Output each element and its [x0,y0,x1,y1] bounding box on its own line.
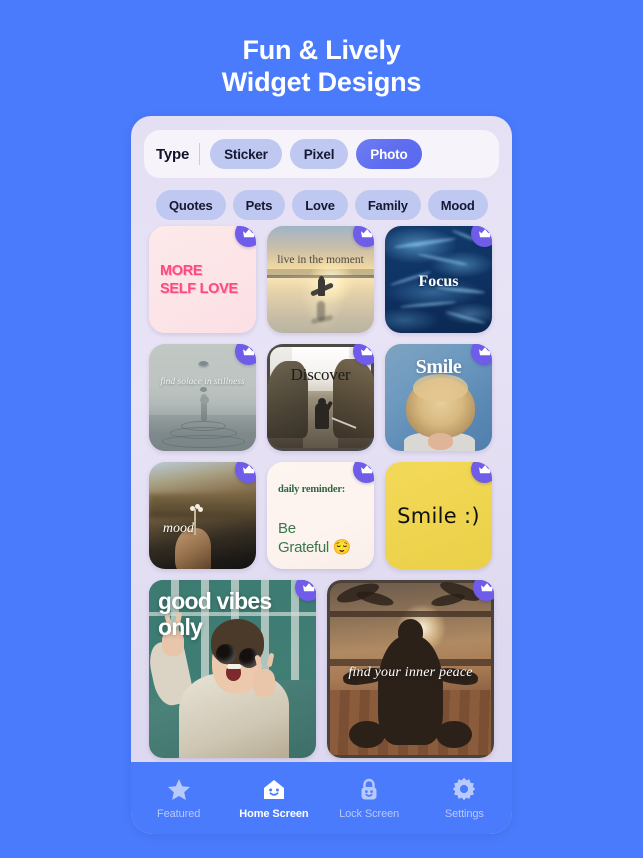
widget-text-smile-yellow: Smile :) [397,503,480,528]
widget-row-wide: good vibes only find your inner peace [149,580,494,758]
widget-card-good-vibes-only[interactable]: good vibes only [149,580,316,758]
type-filter-label: Type [156,145,190,163]
widget-text-be-grateful: Be Grateful 😌 [278,520,352,556]
widget-card-smile-yellow[interactable]: Smile :) [385,462,492,569]
page-title-line-2: Widget Designs [221,67,422,97]
widget-card-find-solace-in-stillness[interactable]: find solace in stillness [149,344,256,451]
lock-smile-icon [356,776,382,802]
widget-card-discover[interactable]: Discover [267,344,374,451]
gear-icon [451,776,477,802]
star-icon [166,776,192,802]
type-chip-sticker[interactable]: Sticker [210,139,282,169]
widget-text-more-self-love: MORE SELF LOVE [160,262,238,297]
tab-lock-screen[interactable]: Lock Screen [322,776,417,820]
widget-text-find-solace-in-stillness: find solace in stillness [160,377,245,388]
widget-card-smile[interactable]: Smile [385,344,492,451]
widget-card-live-in-the-moment[interactable]: live in the moment [267,226,374,333]
tab-label-home-screen: Home Screen [239,808,309,820]
page-title-line-1: Fun & Lively [242,35,401,65]
widget-card-focus[interactable]: Focus [385,226,492,333]
widget-card-mood[interactable]: mood [149,462,256,569]
widget-art: good vibes only [149,580,316,758]
tab-label-settings: Settings [444,808,484,820]
category-chip-quotes[interactable]: Quotes [156,190,226,220]
house-smile-icon [261,776,287,802]
widget-text-discover: Discover [290,365,351,385]
widget-grid: MORE SELF LOVE live in the moment Focus … [149,226,494,769]
widget-card-more-self-love[interactable]: MORE SELF LOVE [149,226,256,333]
widget-text-good-vibes-only: good vibes only [158,588,272,640]
category-filter-row: Quotes Pets Love Family Mood [156,190,506,220]
type-filter-bar: Type Sticker Pixel Photo [144,130,499,178]
widget-text-find-your-inner-peace: find your inner peace [348,665,473,681]
type-chip-photo[interactable]: Photo [356,139,422,169]
category-chip-love[interactable]: Love [292,190,348,220]
widget-card-be-grateful[interactable]: daily reminder: Be Grateful 😌 [267,462,374,569]
category-chip-family[interactable]: Family [354,190,421,220]
tab-settings[interactable]: Settings [417,776,512,820]
widget-text-live-in-the-moment: live in the moment [277,253,364,266]
bottom-tab-bar: Featured Home Screen Lock Screen Setting… [131,762,512,834]
app-screen-panel: Type Sticker Pixel Photo Quotes Pets Lov… [131,116,512,834]
widget-title-daily-reminder: daily reminder: [278,484,346,495]
widget-text-mood: mood [162,520,195,536]
tab-label-lock-screen: Lock Screen [339,808,400,820]
widget-card-find-your-inner-peace[interactable]: find your inner peace [327,580,494,758]
widget-row: mood daily reminder: Be Grateful 😌 Smile… [149,462,494,569]
widget-row: MORE SELF LOVE live in the moment Focus [149,226,494,333]
type-filter-divider [199,143,201,165]
tab-label-featured: Featured [157,808,201,820]
tab-home-screen[interactable]: Home Screen [226,776,321,820]
widget-art: find your inner peace [327,580,494,758]
page-title: Fun & Lively Widget Designs [0,34,643,98]
category-chip-pets[interactable]: Pets [232,190,286,220]
widget-row: find solace in stillness Discover Smile [149,344,494,451]
type-chip-pixel[interactable]: Pixel [289,139,349,169]
category-chip-mood[interactable]: Mood [427,190,488,220]
tab-featured[interactable]: Featured [131,776,226,820]
widget-text-focus: Focus [418,273,459,291]
